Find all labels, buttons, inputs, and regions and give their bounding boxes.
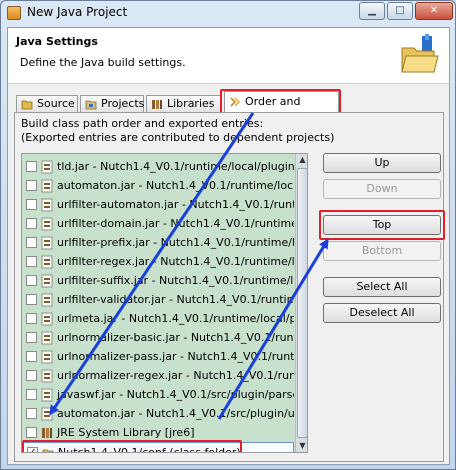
- export-checkbox[interactable]: [26, 351, 37, 362]
- list-item[interactable]: urlfilter-domain.jar - Nutch1.4_V0.1/run…: [22, 214, 294, 234]
- list-vertical-scrollbar[interactable]: ▲ ▼: [295, 154, 307, 452]
- list-item-label: urlmeta.jar - Nutch1.4_V0.1/runtime/loca…: [57, 312, 294, 325]
- list-item-label: automaton.jar - Nutch1.4_V0.1/runtime/lo…: [57, 179, 294, 192]
- jar-file-icon: [41, 217, 53, 231]
- list-item-label: tld.jar - Nutch1.4_V0.1/runtime/local/pl…: [57, 160, 294, 173]
- export-checkbox[interactable]: [26, 237, 37, 248]
- jar-file-icon: [41, 331, 53, 345]
- export-checkbox[interactable]: [26, 294, 37, 305]
- list-item[interactable]: urlfilter-automaton.jar - Nutch1.4_V0.1/…: [22, 195, 294, 215]
- list-item-label: automaton.jar - Nutch1.4_V0.1/src/plugin…: [57, 407, 294, 420]
- jar-file-icon: [41, 198, 53, 212]
- eclipse-app-icon: [7, 6, 21, 20]
- list-item-label: urlfilter-regex.jar - Nutch1.4_V0.1/runt…: [57, 255, 294, 268]
- jar-file-icon: [41, 388, 53, 402]
- jar-file-icon: [41, 369, 53, 383]
- list-item-label: urlnormalizer-basic.jar - Nutch1.4_V0.1/…: [57, 331, 294, 344]
- tab-libraries-label: Libraries: [167, 97, 215, 110]
- tab-source-label: Source: [37, 97, 75, 110]
- export-checkbox[interactable]: [26, 161, 37, 172]
- list-item-label: urlfilter-prefix.jar - Nutch1.4_V0.1/run…: [57, 236, 294, 249]
- dialog-client-area: Java Settings Define the Java build sett…: [7, 27, 450, 465]
- list-item-label: JRE System Library [jre6]: [57, 426, 195, 439]
- maximize-button[interactable]: □: [387, 2, 413, 20]
- list-item[interactable]: automaton.jar - Nutch1.4_V0.1/runtime/lo…: [22, 176, 294, 196]
- export-checkbox[interactable]: [26, 275, 37, 286]
- panel-description-line1: Build class path order and exported entr…: [21, 117, 264, 130]
- list-item-label: urlfilter-automaton.jar - Nutch1.4_V0.1/…: [57, 198, 294, 211]
- list-item[interactable]: automaton.jar - Nutch1.4_V0.1/src/plugin…: [22, 404, 294, 424]
- export-checkbox[interactable]: [26, 199, 37, 210]
- tab-libraries[interactable]: Libraries: [146, 95, 222, 113]
- list-item[interactable]: urlfilter-regex.jar - Nutch1.4_V0.1/runt…: [22, 252, 294, 272]
- jar-file-icon: [41, 160, 53, 174]
- classpath-entry-list[interactable]: ▲ ▼ tld.jar - Nutch1.4_V0.1/runtime/loca…: [21, 153, 308, 453]
- close-button[interactable]: ✕: [415, 2, 453, 20]
- projects-icon: [85, 100, 97, 110]
- panel-description-line2: (Exported entries are contributed to dep…: [21, 131, 335, 144]
- up-button[interactable]: Up: [323, 153, 441, 173]
- list-item[interactable]: urlfilter-validator.jar - Nutch1.4_V0.1/…: [22, 290, 294, 310]
- scroll-down-arrow-icon[interactable]: ▼: [297, 440, 307, 452]
- tab-projects[interactable]: Projects: [80, 95, 144, 113]
- window-title: New Java Project: [27, 5, 128, 19]
- list-item[interactable]: urlnormalizer-pass.jar - Nutch1.4_V0.1/r…: [22, 347, 294, 367]
- export-checkbox[interactable]: [26, 370, 37, 381]
- order-export-panel: Build class path order and exported entr…: [14, 112, 445, 462]
- libraries-icon: [152, 100, 162, 109]
- list-item[interactable]: urlfilter-prefix.jar - Nutch1.4_V0.1/run…: [22, 233, 294, 253]
- minimize-button[interactable]: ▁: [359, 2, 385, 20]
- deselect-all-button[interactable]: Deselect All: [323, 303, 441, 323]
- export-checkbox[interactable]: [26, 313, 37, 324]
- list-item-label: urlfilter-validator.jar - Nutch1.4_V0.1/…: [57, 293, 294, 306]
- wizard-header: Java Settings Define the Java build sett…: [8, 28, 449, 84]
- jar-file-icon: [41, 179, 53, 193]
- list-item[interactable]: urlnormalizer-basic.jar - Nutch1.4_V0.1/…: [22, 328, 294, 348]
- export-checkbox[interactable]: [26, 218, 37, 229]
- down-button[interactable]: Down: [323, 179, 441, 199]
- list-item[interactable]: urlnormalizer-regex.jar - Nutch1.4_V0.1/…: [22, 366, 294, 386]
- jar-file-icon: [41, 274, 53, 288]
- jar-file-icon: [41, 236, 53, 250]
- settings-tabs: Source Projects Libraries Order and: [14, 89, 444, 128]
- export-checkbox[interactable]: [26, 389, 37, 400]
- list-item[interactable]: javaswf.jar - Nutch1.4_V0.1/src/plugin/p…: [22, 385, 294, 405]
- list-item-label: urlnormalizer-pass.jar - Nutch1.4_V0.1/r…: [57, 350, 294, 363]
- selected-entry-highlight: [22, 440, 242, 452]
- jar-file-icon: [41, 407, 53, 421]
- list-item[interactable]: urlmeta.jar - Nutch1.4_V0.1/runtime/loca…: [22, 309, 294, 329]
- jar-file-icon: [41, 255, 53, 269]
- source-folder-icon: [21, 100, 33, 110]
- export-checkbox[interactable]: [26, 256, 37, 267]
- export-checkbox[interactable]: [26, 180, 37, 191]
- scrollbar-thumb[interactable]: [297, 168, 307, 438]
- export-checkbox[interactable]: [26, 427, 37, 438]
- new-java-project-window: New Java Project ▁ □ ✕ Java Settings Def…: [0, 0, 456, 470]
- scroll-up-arrow-icon[interactable]: ▲: [297, 154, 307, 166]
- list-item[interactable]: urlfilter-suffix.jar - Nutch1.4_V0.1/run…: [22, 271, 294, 291]
- jar-file-icon: [41, 312, 53, 326]
- list-item-label: javaswf.jar - Nutch1.4_V0.1/src/plugin/p…: [57, 388, 294, 401]
- library-icon: [42, 428, 52, 438]
- list-item-label: urlfilter-suffix.jar - Nutch1.4_V0.1/run…: [57, 274, 294, 287]
- jar-file-icon: [41, 293, 53, 307]
- top-button-highlight: [319, 210, 445, 240]
- export-checkbox[interactable]: [26, 332, 37, 343]
- title-bar[interactable]: New Java Project ▁ □ ✕: [1, 1, 455, 25]
- tab-source[interactable]: Source: [16, 95, 78, 113]
- list-item-label: urlfilter-domain.jar - Nutch1.4_V0.1/run…: [57, 217, 294, 230]
- panel-description: Build class path order and exported entr…: [21, 117, 334, 145]
- header-description: Define the Java build settings.: [20, 56, 186, 69]
- jar-file-icon: [41, 350, 53, 364]
- header-title: Java Settings: [16, 35, 98, 48]
- bottom-button[interactable]: Bottom: [323, 241, 441, 261]
- list-item[interactable]: tld.jar - Nutch1.4_V0.1/runtime/local/pl…: [22, 157, 294, 177]
- tab-projects-label: Projects: [101, 97, 145, 110]
- select-all-button[interactable]: Select All: [323, 277, 441, 297]
- list-item-label: urlnormalizer-regex.jar - Nutch1.4_V0.1/…: [57, 369, 294, 382]
- new-project-folder-icon: [401, 34, 439, 73]
- export-checkbox[interactable]: [26, 408, 37, 419]
